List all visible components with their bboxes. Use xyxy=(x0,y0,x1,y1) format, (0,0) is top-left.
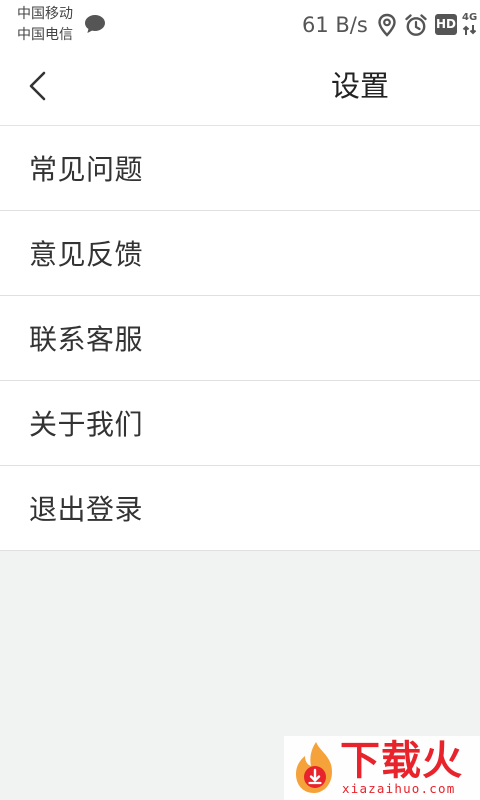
menu-item-about-us[interactable]: 关于我们 xyxy=(0,381,480,466)
app-header: 设置 xyxy=(0,48,480,126)
network-speed: 61 B/s xyxy=(302,13,368,37)
menu-item-label: 退出登录 xyxy=(29,493,144,526)
watermark-brand: 下载火 xyxy=(340,738,463,784)
menu-item-feedback[interactable]: 意见反馈 xyxy=(0,211,480,296)
menu-item-label: 联系客服 xyxy=(29,323,144,356)
signal-4g-icon: 4G xyxy=(462,12,480,36)
carrier-1: 中国移动 xyxy=(17,6,73,22)
hd-icon: HD xyxy=(435,14,457,35)
alarm-icon xyxy=(405,14,427,36)
status-bar: 中国移动 中国电信 61 B/s HD 4G xyxy=(0,0,480,48)
watermark-url: xiazaihuo.com xyxy=(342,781,456,796)
flame-logo-icon xyxy=(296,742,332,793)
signal-arrows-icon xyxy=(462,25,477,35)
network-type-label: 4G xyxy=(462,12,478,23)
menu-item-label: 意见反馈 xyxy=(29,238,144,271)
watermark: 下载火 xiazaihuo.com xyxy=(284,736,480,800)
menu-item-label: 常见问题 xyxy=(29,153,144,186)
back-button[interactable] xyxy=(20,66,56,106)
chevron-left-icon xyxy=(29,71,46,101)
carrier-info: 中国移动 中国电信 xyxy=(17,4,73,46)
menu-item-customer-service[interactable]: 联系客服 xyxy=(0,296,480,381)
menu-item-label: 关于我们 xyxy=(29,408,144,441)
page-title: 设置 xyxy=(330,69,389,103)
settings-menu: 常见问题 意见反馈 联系客服 关于我们 退出登录 xyxy=(0,126,480,551)
message-icon xyxy=(85,15,105,33)
menu-item-faq[interactable]: 常见问题 xyxy=(0,126,480,211)
carrier-2: 中国电信 xyxy=(17,27,73,43)
menu-item-logout[interactable]: 退出登录 xyxy=(0,466,480,551)
location-icon xyxy=(378,13,396,37)
